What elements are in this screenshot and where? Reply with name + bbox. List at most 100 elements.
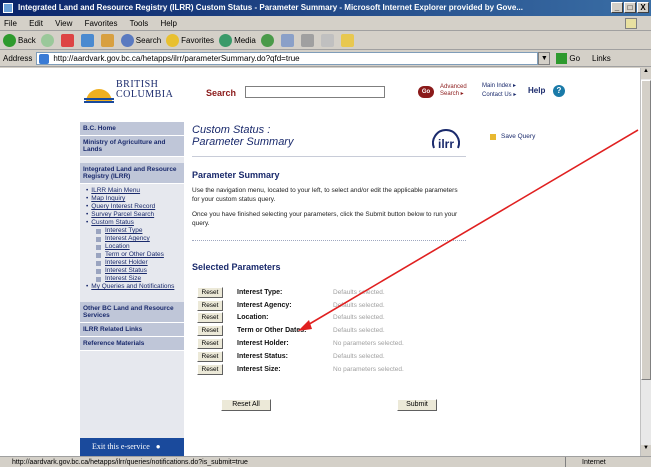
maximize-button[interactable]: □ — [624, 2, 636, 13]
close-button[interactable]: X — [637, 2, 649, 13]
address-dropdown[interactable]: ▼ — [538, 52, 551, 65]
advanced-search-line1: Advanced — [440, 84, 467, 90]
menu-view[interactable]: View — [55, 19, 72, 28]
menu-help[interactable]: Help — [161, 19, 177, 28]
favorites-button[interactable]: Favorites — [166, 34, 214, 47]
param-label: Interest Size: — [237, 365, 281, 373]
menu-file[interactable]: File — [4, 19, 17, 28]
reset-interest-type-button[interactable]: Reset — [197, 286, 223, 298]
exit-eservice-button[interactable]: Exit this e-service ● — [80, 438, 184, 456]
main-index-link[interactable]: Main Index ▸ — [482, 82, 516, 91]
window-titlebar: Integrated Land and Resource Registry (I… — [0, 0, 651, 16]
submit-button[interactable]: Submit — [397, 399, 437, 411]
nav-sub-interest-type[interactable]: Interest Type — [105, 227, 142, 235]
reset-location-button[interactable]: Reset — [197, 312, 223, 324]
home-button[interactable] — [100, 34, 116, 47]
nav-ilrr-related[interactable]: ILRR Related Links — [80, 323, 184, 337]
back-button[interactable]: Back — [3, 34, 36, 47]
instructions-para1: Use the navigation menu, located to your… — [192, 187, 458, 203]
nav-ministry[interactable]: Ministry of Agriculture and Lands — [80, 136, 184, 157]
nav-bc-home[interactable]: B.C. Home — [80, 122, 184, 136]
address-input[interactable]: http://aardvark.gov.bc.ca/hetapps/ilrr/p… — [36, 52, 539, 65]
window-title: Integrated Land and Resource Registry (I… — [18, 3, 523, 12]
reset-interest-size-button[interactable]: Reset — [197, 363, 223, 375]
nav-sub-interest-holder[interactable]: Interest Holder — [105, 259, 148, 267]
address-url: http://aardvark.gov.bc.ca/hetapps/ilrr/p… — [53, 54, 300, 63]
site-search-input[interactable] — [245, 86, 385, 98]
reset-all-button[interactable]: Reset All — [221, 399, 271, 411]
page-icon — [39, 54, 50, 64]
nav-reference[interactable]: Reference Materials — [80, 337, 184, 351]
folder-button[interactable] — [340, 34, 356, 47]
menu-edit[interactable]: Edit — [29, 19, 43, 28]
param-status: Defaults selected. — [333, 301, 385, 309]
scroll-down-arrow-icon[interactable]: ▼ — [641, 445, 651, 456]
search-button[interactable]: Search — [120, 34, 161, 47]
nav-link-map-inquiry[interactable]: Map Inquiry — [91, 195, 125, 203]
menu-tools[interactable]: Tools — [130, 19, 149, 28]
windows-flag-icon — [625, 18, 637, 29]
nav-sub-interest-status[interactable]: Interest Status — [105, 267, 147, 275]
edit-button[interactable] — [320, 34, 336, 47]
nav-sub-location[interactable]: Location — [105, 243, 130, 251]
nav-link-main-menu[interactable]: ILRR Main Menu — [91, 187, 140, 195]
nav-link-survey-parcel[interactable]: Survey Parcel Search — [91, 211, 154, 219]
reset-interest-holder-button[interactable]: Reset — [197, 338, 223, 350]
stop-icon — [60, 34, 74, 47]
save-query-label: Save Query — [501, 133, 536, 140]
nav-sub-interest-size[interactable]: Interest Size — [105, 275, 141, 283]
back-arrow-icon — [3, 34, 16, 47]
page-title-line2: Parameter Summary — [192, 136, 294, 148]
home-icon — [100, 34, 114, 47]
media-button[interactable]: Media — [219, 34, 256, 47]
address-bar: Address http://aardvark.gov.bc.ca/hetapp… — [0, 51, 651, 67]
save-query-link[interactable]: Save Query — [490, 133, 535, 140]
nav-other-bc[interactable]: Other BC Land and Resource Services — [80, 302, 184, 323]
param-row: Reset Term or Other Dates: Defaults sele… — [197, 324, 404, 337]
nav-sub-interest-agency[interactable]: Interest Agency — [105, 235, 150, 243]
history-button[interactable] — [260, 34, 276, 47]
contact-us-link[interactable]: Contact Us ▸ — [482, 91, 516, 100]
nav-ilrr[interactable]: Integrated Land and Resource Registry (I… — [80, 163, 184, 184]
links-button[interactable]: Links — [592, 54, 611, 63]
param-row: Reset Interest Agency: Defaults selected… — [197, 299, 404, 312]
param-row: Reset Interest Type: Defaults selected. — [197, 286, 404, 299]
security-zone: Internet — [565, 457, 645, 467]
param-label: Term or Other Dates: — [237, 327, 307, 335]
param-label: Interest Agency: — [237, 301, 292, 309]
print-icon — [300, 34, 314, 47]
nav-link-my-queries[interactable]: My Queries and Notifications — [91, 283, 174, 291]
print-button[interactable] — [300, 34, 316, 47]
scroll-thumb[interactable] — [641, 80, 651, 380]
nav-link-query-interest[interactable]: Query Interest Record — [91, 203, 155, 211]
forward-button[interactable] — [40, 34, 56, 47]
favorites-star-icon — [166, 34, 180, 47]
help-link[interactable]: Help — [528, 86, 545, 95]
bc-logo[interactable]: BRITISH COLUMBIA — [82, 76, 182, 110]
param-label: Interest Status: — [237, 352, 288, 360]
help-icon[interactable]: ? — [553, 85, 565, 97]
param-row: Reset Interest Status: Defaults selected… — [197, 350, 404, 363]
reset-term-dates-button[interactable]: Reset — [197, 325, 223, 337]
refresh-button[interactable] — [80, 34, 96, 47]
media-icon — [219, 34, 233, 47]
left-navigation: B.C. Home Ministry of Agriculture and La… — [80, 122, 184, 456]
site-search-go-button[interactable]: Go — [418, 86, 434, 98]
stop-button[interactable] — [60, 34, 76, 47]
advanced-search-link[interactable]: Advanced Search ▸ — [440, 84, 467, 98]
scroll-up-arrow-icon[interactable]: ▲ — [641, 68, 651, 79]
reset-interest-agency-button[interactable]: Reset — [197, 299, 223, 311]
param-status: Defaults selected. — [333, 352, 385, 360]
menu-favorites[interactable]: Favorites — [85, 19, 118, 28]
status-bar: http://aardvark.gov.bc.ca/hetapps/ilrr/q… — [0, 456, 651, 467]
reset-interest-status-button[interactable]: Reset — [197, 350, 223, 362]
address-label: Address — [3, 54, 33, 63]
nav-link-custom-status[interactable]: Custom Status — [91, 219, 134, 227]
minimize-button[interactable]: _ — [611, 2, 623, 13]
nav-sub-term-dates[interactable]: Term or Other Dates — [105, 251, 164, 259]
advanced-search-line2: Search ▸ — [440, 91, 464, 97]
address-go-button[interactable]: Go — [556, 53, 580, 64]
vertical-scrollbar[interactable]: ▲ ▼ — [640, 68, 651, 456]
mail-button[interactable] — [280, 34, 296, 47]
param-status: Defaults selected. — [333, 314, 385, 322]
